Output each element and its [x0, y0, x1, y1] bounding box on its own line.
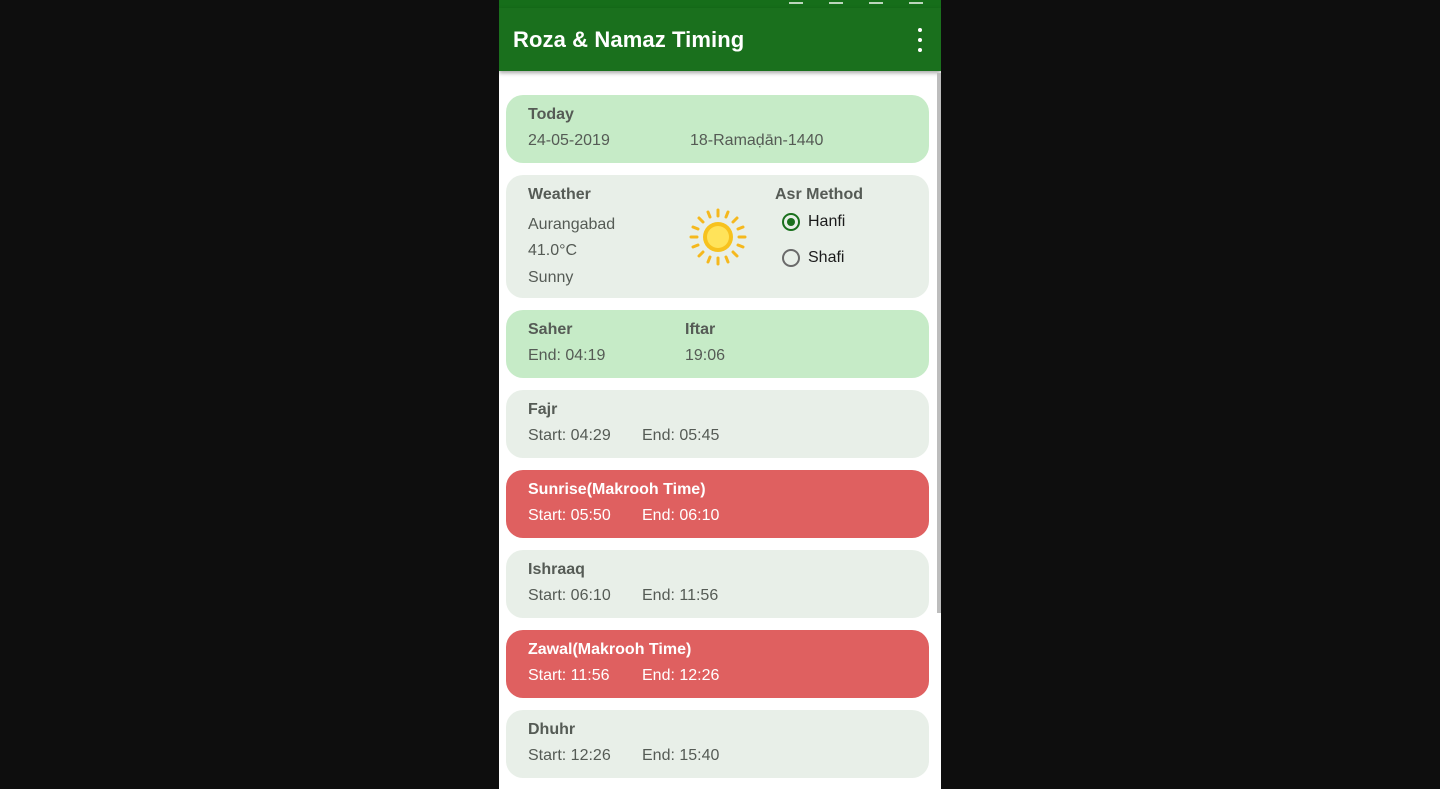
asr-option-label: Shafi: [808, 249, 845, 266]
menu-dot: [918, 48, 922, 52]
today-gregorian-date: 24-05-2019: [528, 132, 610, 149]
prayer-start-time: Start: 11:56: [528, 667, 610, 684]
prayer-name: Sunrise(Makrooh Time): [528, 481, 706, 498]
prayer-end-time: End: 12:26: [642, 667, 720, 684]
app-title: Roza & Namaz Timing: [513, 27, 745, 52]
scrollbar[interactable]: [937, 73, 941, 613]
status-bar: [499, 0, 941, 8]
prayer-start-time: Start: 12:26: [528, 747, 611, 764]
weather-temperature: 41.0°C: [528, 242, 578, 259]
timing-list: Today 24-05-2019 18-Ramaḍān-1440 Weather…: [506, 95, 929, 789]
wifi-icon: [829, 0, 843, 4]
network-icon: [869, 0, 883, 4]
prayer-card-ishraaq: Ishraaq Start: 06:10 End: 11:56: [506, 550, 929, 618]
menu-dot: [918, 28, 922, 32]
signal-icon: [789, 0, 803, 4]
today-card: Today 24-05-2019 18-Ramaḍān-1440: [506, 95, 929, 163]
asr-method-title: Asr Method: [775, 186, 863, 203]
weather-card: Weather Aurangabad 41.0°C Sunny Asr Meth…: [506, 175, 929, 298]
prayer-card-dhuhr: Dhuhr Start: 12:26 End: 15:40: [506, 710, 929, 778]
battery-icon: [909, 0, 923, 4]
saher-iftar-card: Saher End: 04:19 Iftar 19:06: [506, 310, 929, 378]
prayer-end-time: End: 11:56: [642, 587, 719, 604]
prayer-end-time: End: 05:45: [642, 427, 720, 444]
weather-title: Weather: [528, 186, 591, 203]
prayer-name: Ishraaq: [528, 561, 585, 578]
prayer-name: Fajr: [528, 401, 558, 418]
saher-end-time: End: 04:19: [528, 347, 606, 364]
weather-condition: Sunny: [528, 269, 574, 286]
asr-option-hanfi[interactable]: Hanfi: [782, 213, 845, 231]
today-hijri-date: 18-Ramaḍān-1440: [690, 132, 824, 149]
app-bar: Roza & Namaz Timing: [499, 8, 941, 71]
prayer-name: Dhuhr: [528, 721, 576, 738]
status-icons: [789, 0, 923, 4]
saher-title: Saher: [528, 321, 573, 338]
prayer-end-time: End: 06:10: [642, 507, 720, 524]
sun-icon: [689, 208, 747, 266]
weather-city: Aurangabad: [528, 216, 616, 233]
prayer-end-time: End: 15:40: [642, 747, 720, 764]
phone-screen: Roza & Namaz Timing Today 24-05-2019 18-…: [499, 0, 941, 789]
prayer-card-fajr: Fajr Start: 04:29 End: 05:45: [506, 390, 929, 458]
asr-option-shafi[interactable]: Shafi: [782, 249, 844, 267]
radio-unchecked-icon[interactable]: [782, 249, 800, 267]
prayer-card-zawal: Zawal(Makrooh Time) Start: 11:56 End: 12…: [506, 630, 929, 698]
prayer-start-time: Start: 06:10: [528, 587, 611, 604]
menu-dot: [918, 38, 922, 42]
prayer-start-time: Start: 05:50: [528, 507, 611, 524]
iftar-time: 19:06: [685, 347, 726, 364]
prayer-start-time: Start: 04:29: [528, 427, 611, 444]
more-vert-icon[interactable]: [913, 28, 927, 52]
prayer-card-sunrise: Sunrise(Makrooh Time) Start: 05:50 End: …: [506, 470, 929, 538]
prayer-name: Zawal(Makrooh Time): [528, 641, 692, 658]
today-title: Today: [528, 106, 574, 123]
radio-checked-icon[interactable]: [782, 213, 800, 231]
iftar-title: Iftar: [685, 321, 716, 338]
asr-option-label: Hanfi: [808, 213, 846, 230]
